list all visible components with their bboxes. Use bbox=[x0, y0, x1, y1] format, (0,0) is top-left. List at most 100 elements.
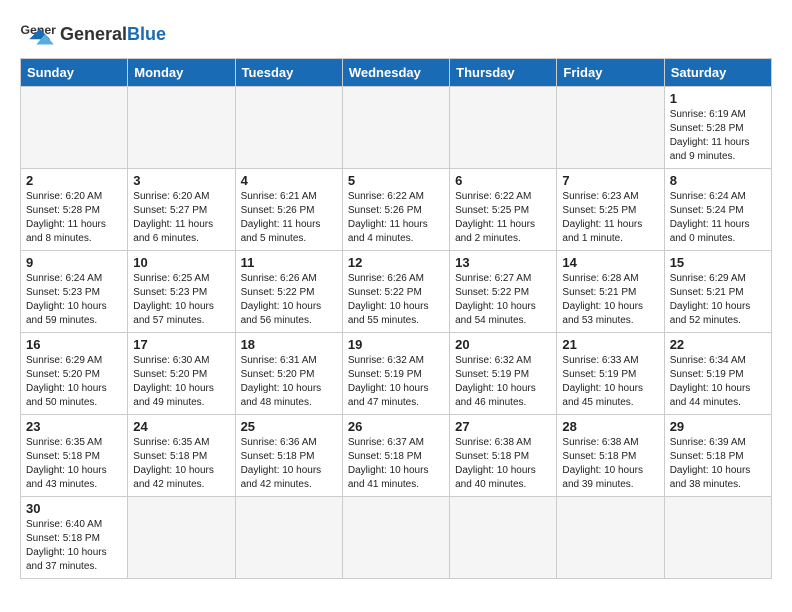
day-info: Sunrise: 6:27 AM Sunset: 5:22 PM Dayligh… bbox=[455, 272, 551, 328]
day-number: 17 bbox=[133, 337, 229, 352]
calendar-header-row: SundayMondayTuesdayWednesdayThursdayFrid… bbox=[21, 59, 772, 87]
calendar-cell: 11Sunrise: 6:26 AM Sunset: 5:22 PM Dayli… bbox=[235, 251, 342, 333]
calendar-cell: 9 Sunrise: 6:24 AM Sunset: 5:23 PM Daylig… bbox=[21, 251, 128, 333]
calendar-cell bbox=[342, 497, 449, 579]
calendar-cell: 17 Sunrise: 6:30 AM Sunset: 5:20 PM Dayli… bbox=[128, 333, 235, 415]
day-info: Sunrise: 6:35 AM Sunset: 5:18 PM Dayligh… bbox=[133, 436, 229, 492]
day-header-monday: Monday bbox=[128, 59, 235, 87]
day-number: 29 bbox=[670, 419, 766, 434]
calendar-cell bbox=[342, 87, 449, 169]
day-number: 22 bbox=[670, 337, 766, 352]
day-header-wednesday: Wednesday bbox=[342, 59, 449, 87]
calendar-cell: 12 Sunrise: 6:26 AM Sunset: 5:22 PM Dayli… bbox=[342, 251, 449, 333]
day-number: 3 bbox=[133, 173, 229, 188]
day-info: Sunrise: 6:26 AM Sunset: 5:22 PM Dayligh… bbox=[241, 272, 337, 328]
day-number: 21 bbox=[562, 337, 658, 352]
calendar-table: SundayMondayTuesdayWednesdayThursdayFrid… bbox=[20, 58, 772, 579]
day-info: Sunrise: 6:22 AM Sunset: 5:26 PM Dayligh… bbox=[348, 190, 444, 246]
day-info: Sunrise: 6:20 AM Sunset: 5:28 PM Dayligh… bbox=[26, 190, 122, 246]
day-info: Sunrise: 6:38 AM Sunset: 5:18 PM Dayligh… bbox=[562, 436, 658, 492]
calendar-cell bbox=[235, 87, 342, 169]
calendar-cell: 30 Sunrise: 6:40 AM Sunset: 5:18 PM Dayli… bbox=[21, 497, 128, 579]
day-number: 8 bbox=[670, 173, 766, 188]
day-info: Sunrise: 6:40 AM Sunset: 5:18 PM Dayligh… bbox=[26, 518, 122, 574]
day-number: 19 bbox=[348, 337, 444, 352]
day-number: 12 bbox=[348, 255, 444, 270]
calendar-cell: 24 Sunrise: 6:35 AM Sunset: 5:18 PM Dayli… bbox=[128, 415, 235, 497]
calendar-cell bbox=[557, 87, 664, 169]
day-info: Sunrise: 6:23 AM Sunset: 5:25 PM Dayligh… bbox=[562, 190, 658, 246]
calendar-cell: 25Sunrise: 6:36 AM Sunset: 5:18 PM Dayli… bbox=[235, 415, 342, 497]
day-info: Sunrise: 6:37 AM Sunset: 5:18 PM Dayligh… bbox=[348, 436, 444, 492]
calendar-cell: 6Sunrise: 6:22 AM Sunset: 5:25 PM Daylig… bbox=[450, 169, 557, 251]
calendar-cell bbox=[450, 87, 557, 169]
day-number: 30 bbox=[26, 501, 122, 516]
calendar-cell bbox=[235, 497, 342, 579]
calendar-week-1: 2Sunrise: 6:20 AM Sunset: 5:28 PM Daylig… bbox=[21, 169, 772, 251]
day-info: Sunrise: 6:28 AM Sunset: 5:21 PM Dayligh… bbox=[562, 272, 658, 328]
calendar-cell: 27Sunrise: 6:38 AM Sunset: 5:18 PM Dayli… bbox=[450, 415, 557, 497]
calendar-body: 1Sunrise: 6:19 AM Sunset: 5:28 PM Daylig… bbox=[21, 87, 772, 579]
day-number: 10 bbox=[133, 255, 229, 270]
day-info: Sunrise: 6:31 AM Sunset: 5:20 PM Dayligh… bbox=[241, 354, 337, 410]
calendar-cell: 19Sunrise: 6:32 AM Sunset: 5:19 PM Dayli… bbox=[342, 333, 449, 415]
day-number: 4 bbox=[241, 173, 337, 188]
calendar-week-0: 1Sunrise: 6:19 AM Sunset: 5:28 PM Daylig… bbox=[21, 87, 772, 169]
calendar-cell: 4 Sunrise: 6:21 AM Sunset: 5:26 PM Daylig… bbox=[235, 169, 342, 251]
day-info: Sunrise: 6:24 AM Sunset: 5:23 PM Dayligh… bbox=[26, 272, 122, 328]
day-info: Sunrise: 6:29 AM Sunset: 5:21 PM Dayligh… bbox=[670, 272, 766, 328]
day-info: Sunrise: 6:30 AM Sunset: 5:20 PM Dayligh… bbox=[133, 354, 229, 410]
calendar-cell: 29 Sunrise: 6:39 AM Sunset: 5:18 PM Dayli… bbox=[664, 415, 771, 497]
day-number: 9 bbox=[26, 255, 122, 270]
day-number: 16 bbox=[26, 337, 122, 352]
day-number: 24 bbox=[133, 419, 229, 434]
calendar-week-5: 30 Sunrise: 6:40 AM Sunset: 5:18 PM Dayli… bbox=[21, 497, 772, 579]
calendar-cell: 16Sunrise: 6:29 AM Sunset: 5:20 PM Dayli… bbox=[21, 333, 128, 415]
day-number: 23 bbox=[26, 419, 122, 434]
calendar-week-4: 23 Sunrise: 6:35 AM Sunset: 5:18 PM Dayli… bbox=[21, 415, 772, 497]
calendar-cell: 8Sunrise: 6:24 AM Sunset: 5:24 PM Daylig… bbox=[664, 169, 771, 251]
day-info: Sunrise: 6:21 AM Sunset: 5:26 PM Dayligh… bbox=[241, 190, 337, 246]
day-info: Sunrise: 6:32 AM Sunset: 5:19 PM Dayligh… bbox=[455, 354, 551, 410]
day-info: Sunrise: 6:26 AM Sunset: 5:22 PM Dayligh… bbox=[348, 272, 444, 328]
calendar-cell: 22 Sunrise: 6:34 AM Sunset: 5:19 PM Dayli… bbox=[664, 333, 771, 415]
calendar-cell bbox=[664, 497, 771, 579]
calendar-cell: 18 Sunrise: 6:31 AM Sunset: 5:20 PM Dayli… bbox=[235, 333, 342, 415]
day-info: Sunrise: 6:20 AM Sunset: 5:27 PM Dayligh… bbox=[133, 190, 229, 246]
day-header-tuesday: Tuesday bbox=[235, 59, 342, 87]
calendar-cell bbox=[21, 87, 128, 169]
day-info: Sunrise: 6:33 AM Sunset: 5:19 PM Dayligh… bbox=[562, 354, 658, 410]
calendar-cell: 13 Sunrise: 6:27 AM Sunset: 5:22 PM Dayli… bbox=[450, 251, 557, 333]
calendar-cell bbox=[128, 87, 235, 169]
calendar-cell: 26 Sunrise: 6:37 AM Sunset: 5:18 PM Dayli… bbox=[342, 415, 449, 497]
calendar-cell: 2Sunrise: 6:20 AM Sunset: 5:28 PM Daylig… bbox=[21, 169, 128, 251]
day-number: 1 bbox=[670, 91, 766, 106]
day-number: 14 bbox=[562, 255, 658, 270]
day-number: 20 bbox=[455, 337, 551, 352]
calendar-cell: 23Sunrise: 6:35 AM Sunset: 5:18 PM Dayli… bbox=[21, 415, 128, 497]
day-number: 5 bbox=[348, 173, 444, 188]
day-header-saturday: Saturday bbox=[664, 59, 771, 87]
day-header-friday: Friday bbox=[557, 59, 664, 87]
logo-text: GeneralBlue bbox=[60, 24, 166, 45]
day-number: 13 bbox=[455, 255, 551, 270]
day-number: 28 bbox=[562, 419, 658, 434]
calendar-cell: 20 Sunrise: 6:32 AM Sunset: 5:19 PM Dayli… bbox=[450, 333, 557, 415]
calendar-cell bbox=[450, 497, 557, 579]
logo-icon: General bbox=[20, 20, 56, 48]
logo: General GeneralBlue bbox=[20, 20, 166, 48]
calendar-cell: 3 Sunrise: 6:20 AM Sunset: 5:27 PM Daylig… bbox=[128, 169, 235, 251]
calendar-cell: 21 Sunrise: 6:33 AM Sunset: 5:19 PM Dayli… bbox=[557, 333, 664, 415]
day-number: 25 bbox=[241, 419, 337, 434]
calendar-cell bbox=[557, 497, 664, 579]
day-number: 26 bbox=[348, 419, 444, 434]
day-info: Sunrise: 6:34 AM Sunset: 5:19 PM Dayligh… bbox=[670, 354, 766, 410]
day-info: Sunrise: 6:39 AM Sunset: 5:18 PM Dayligh… bbox=[670, 436, 766, 492]
calendar-cell: 28 Sunrise: 6:38 AM Sunset: 5:18 PM Dayli… bbox=[557, 415, 664, 497]
calendar-week-3: 16Sunrise: 6:29 AM Sunset: 5:20 PM Dayli… bbox=[21, 333, 772, 415]
day-number: 18 bbox=[241, 337, 337, 352]
page-header: General GeneralBlue bbox=[20, 20, 772, 48]
day-info: Sunrise: 6:38 AM Sunset: 5:18 PM Dayligh… bbox=[455, 436, 551, 492]
day-number: 6 bbox=[455, 173, 551, 188]
calendar-cell: 7Sunrise: 6:23 AM Sunset: 5:25 PM Daylig… bbox=[557, 169, 664, 251]
